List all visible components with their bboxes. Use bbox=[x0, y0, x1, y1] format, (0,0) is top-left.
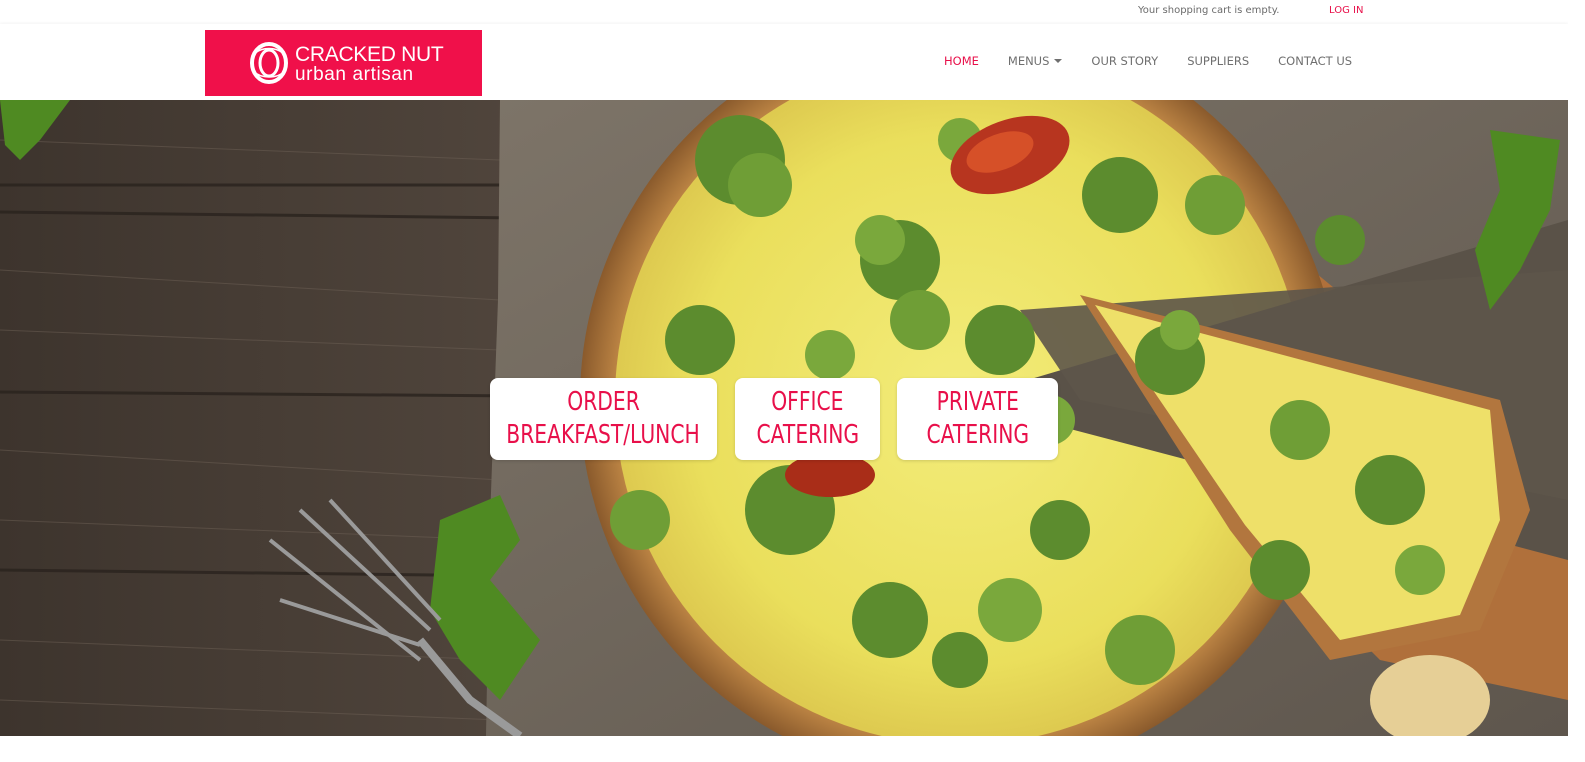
office-button-line1: OFFICE bbox=[771, 387, 844, 417]
page-bottom-strip bbox=[0, 736, 1568, 762]
office-button-line2: CATERING bbox=[756, 420, 859, 450]
cart-status-text: Your shopping cart is empty. bbox=[1138, 5, 1280, 16]
order-button-line2: BREAKFAST/LUNCH bbox=[506, 420, 701, 450]
private-button-line1: PRIVATE bbox=[936, 387, 1019, 417]
nav-item-home[interactable]: HOME bbox=[944, 54, 979, 68]
page-scrollbar[interactable] bbox=[1568, 0, 1585, 762]
nav-item-menus[interactable]: MENUS bbox=[1008, 54, 1063, 68]
nut-logo-icon bbox=[250, 42, 288, 84]
office-catering-button[interactable]: OFFICE CATERING bbox=[735, 378, 880, 460]
nav-item-suppliers[interactable]: SUPPLIERS bbox=[1187, 54, 1249, 68]
order-button-line1: ORDER bbox=[567, 387, 640, 417]
caret-down-icon bbox=[1054, 59, 1063, 63]
site-logo[interactable]: CRACKED NUT urban artisan bbox=[205, 30, 482, 96]
order-breakfast-lunch-button[interactable]: ORDER BREAKFAST/LUNCH bbox=[490, 378, 717, 460]
private-button-line2: CATERING bbox=[926, 420, 1029, 450]
logo-subtitle: urban artisan bbox=[295, 64, 414, 85]
nav-item-menus-label: MENUS bbox=[1007, 54, 1050, 68]
nav-item-our-story[interactable]: OUR STORY bbox=[1091, 54, 1158, 68]
nav-item-contact-us[interactable]: CONTACT US bbox=[1278, 54, 1352, 68]
main-nav: HOME MENUS OUR STORY SUPPLIERS CONTACT U… bbox=[944, 54, 1352, 68]
utility-bar: Your shopping cart is empty. LOG IN bbox=[0, 0, 1568, 24]
login-link[interactable]: LOG IN bbox=[1329, 5, 1363, 16]
private-catering-button[interactable]: PRIVATE CATERING bbox=[897, 378, 1058, 460]
site-header: CRACKED NUT urban artisan HOME MENUS OUR… bbox=[0, 24, 1568, 100]
